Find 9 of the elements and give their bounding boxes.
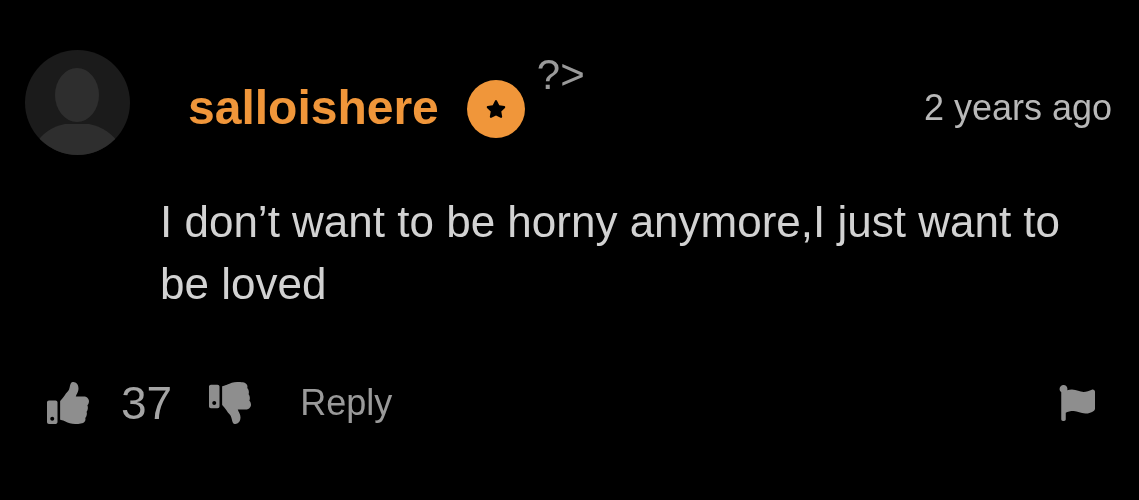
reply-button[interactable]: Reply: [300, 382, 393, 424]
username[interactable]: salloishere: [188, 82, 439, 134]
timestamp: 2 years ago: [923, 88, 1112, 128]
like-count: 37: [121, 378, 173, 428]
comment-text: I don’t want to be horny anymore,I just want to be loved: [160, 196, 1062, 310]
star-badge-icon: [466, 80, 525, 138]
code-fragment: ?>: [536, 52, 585, 98]
report-button[interactable]: [1059, 385, 1095, 421]
flag-icon: [1059, 385, 1095, 421]
